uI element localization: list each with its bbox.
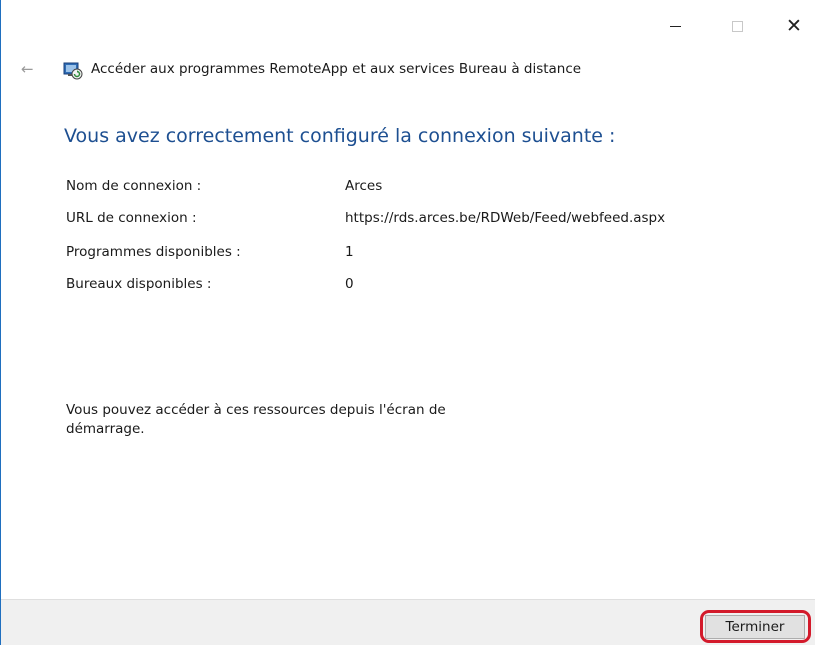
window-title: Accéder aux programmes RemoteApp et aux … [91, 61, 582, 77]
back-arrow-icon[interactable]: ← [21, 60, 34, 78]
detail-value: 0 [345, 276, 354, 292]
detail-value: 1 [345, 244, 354, 260]
page-heading: Vous avez correctement configuré la conn… [64, 125, 616, 147]
info-message: Vous pouvez accéder à ces ressources dep… [66, 402, 446, 437]
maximize-button[interactable] [714, 12, 760, 40]
detail-label: Bureaux disponibles : [66, 276, 212, 292]
minimize-icon [669, 25, 681, 27]
detail-label: URL de connexion : [66, 210, 197, 226]
wizard-window: ✕ ← Accéder aux programmes RemoteApp et … [0, 0, 815, 645]
detail-label: Nom de connexion : [66, 178, 202, 194]
maximize-icon [731, 20, 743, 32]
minimize-button[interactable] [652, 12, 698, 40]
footer-bar [1, 599, 815, 645]
close-button[interactable]: ✕ [771, 12, 815, 40]
detail-label: Programmes disponibles : [66, 244, 241, 260]
remoteapp-icon [63, 60, 83, 80]
detail-value: Arces [345, 178, 383, 194]
detail-value: https://rds.arces.be/RDWeb/Feed/webfeed.… [345, 210, 666, 226]
finish-button[interactable]: Terminer [705, 615, 805, 639]
close-icon: ✕ [786, 14, 802, 37]
